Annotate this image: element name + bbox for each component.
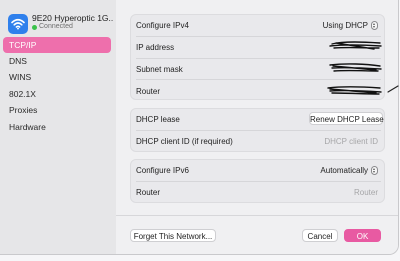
ip-address-label: IP address xyxy=(136,43,175,52)
redacted-ip-address xyxy=(329,41,382,50)
network-header: 9E20 Hyperoptic 1G... Connected xyxy=(8,12,114,34)
annotation-stroke xyxy=(387,85,399,93)
router-label: Router xyxy=(136,87,161,96)
renew-dhcp-lease-button[interactable]: Renew DHCP Lease xyxy=(309,112,384,125)
ipv4-group: Configure IPv4 Using DHCP IP address Sub… xyxy=(130,14,385,100)
sidebar-item-proxies[interactable]: Proxies xyxy=(3,102,111,118)
dhcp-client-id-input[interactable]: DHCP client ID xyxy=(324,137,378,146)
dhcp-client-id-label: DHCP client ID (if required) xyxy=(136,137,233,146)
row-divider xyxy=(136,58,381,59)
network-settings-sheet: 9E20 Hyperoptic 1G... Connected TCP/IP D… xyxy=(0,0,399,255)
popup-chevron-icon xyxy=(371,21,378,30)
configure-ipv4-popup[interactable]: Using DHCP xyxy=(323,21,378,30)
subnet-mask-label: Subnet mask xyxy=(136,65,183,74)
ipv6-router-label: Router xyxy=(136,188,161,197)
sidebar: 9E20 Hyperoptic 1G... Connected TCP/IP D… xyxy=(0,0,116,254)
row-divider xyxy=(136,79,381,80)
configure-ipv4-label: Configure IPv4 xyxy=(136,21,189,30)
redacted-router xyxy=(327,86,382,95)
configure-ipv6-label: Configure IPv6 xyxy=(136,166,189,175)
sidebar-item-tcpip[interactable]: TCP/IP xyxy=(3,37,111,53)
wifi-icon xyxy=(8,14,28,34)
sidebar-item-wins[interactable]: WINS xyxy=(3,69,111,85)
forget-network-button[interactable]: Forget This Network... xyxy=(130,229,216,242)
dhcp-lease-label: DHCP lease xyxy=(136,115,180,124)
cancel-button[interactable]: Cancel xyxy=(302,229,338,242)
redacted-subnet-mask xyxy=(329,63,382,72)
ok-button[interactable]: OK xyxy=(344,229,381,242)
popup-chevron-icon xyxy=(371,166,378,175)
footer-divider xyxy=(116,215,398,216)
sidebar-item-hardware[interactable]: Hardware xyxy=(3,119,111,135)
row-divider xyxy=(136,130,381,131)
network-status: Connected xyxy=(39,23,73,30)
configure-ipv6-popup[interactable]: Automatically xyxy=(320,166,378,175)
ipv6-router-value: Router xyxy=(353,188,378,197)
row-divider xyxy=(136,36,381,37)
configure-ipv6-value: Automatically xyxy=(320,166,368,175)
configure-ipv4-value: Using DHCP xyxy=(322,21,368,30)
ipv6-group: Configure IPv6 Automatically Router Rout… xyxy=(130,159,385,203)
sidebar-item-8021x[interactable]: 802.1X xyxy=(3,86,111,102)
connected-status-dot xyxy=(32,25,37,30)
sidebar-item-dns[interactable]: DNS xyxy=(3,53,111,69)
row-divider xyxy=(136,181,381,182)
dhcp-group: DHCP lease Renew DHCP Lease DHCP client … xyxy=(130,108,385,152)
network-name: 9E20 Hyperoptic 1G... xyxy=(32,13,114,23)
tcpip-panel: Configure IPv4 Using DHCP IP address Sub… xyxy=(116,0,398,254)
